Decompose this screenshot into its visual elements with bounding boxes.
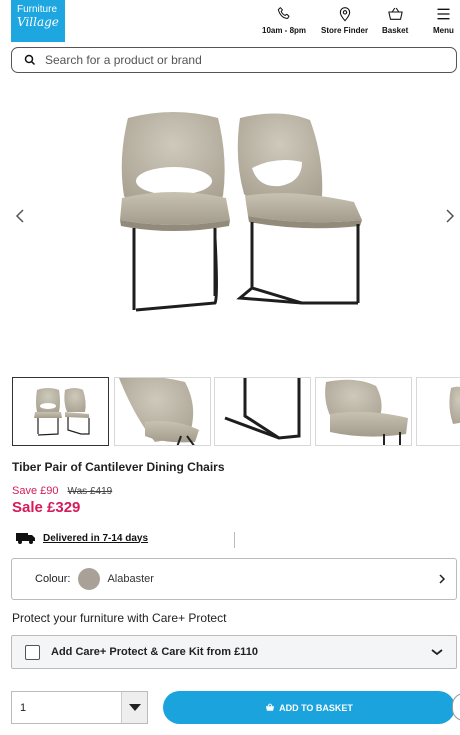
chair-angled-view <box>236 113 362 305</box>
chevron-right-icon <box>439 574 446 584</box>
chair-front-view <box>120 112 230 312</box>
basket-label: Basket <box>382 26 409 35</box>
menu-label: Menu <box>433 26 454 35</box>
basket-link[interactable]: Basket <box>382 6 408 35</box>
furniture-village-logo[interactable]: Furniture Village <box>11 0 65 42</box>
sale-price: Sale £329 <box>12 499 81 516</box>
phone-hours-link[interactable]: 10am - 8pm <box>262 6 306 35</box>
product-title: Tiber Pair of Cantilever Dining Chairs <box>12 460 225 474</box>
delivery-link[interactable]: Delivered in 7-14 days <box>43 533 148 544</box>
was-price: Was £419 <box>67 486 113 497</box>
care-protect-option[interactable]: Add Care+ Protect & Care Kit from £110 <box>11 635 457 669</box>
store-finder-label: Store Finder <box>321 26 369 35</box>
logo-line-1: Furniture <box>17 4 58 15</box>
colour-label: Colour: <box>35 573 71 585</box>
basket-icon <box>387 7 403 20</box>
search-input[interactable] <box>45 53 425 67</box>
thumbnail-4[interactable] <box>315 377 412 446</box>
thumbnail-5[interactable] <box>416 377 460 446</box>
phone-hours-label: 10am - 8pm <box>262 26 307 35</box>
delivery-info: Delivered in 7-14 days <box>16 532 148 544</box>
care-protect-label: Add Care+ Protect & Care Kit from £110 <box>51 646 258 658</box>
store-finder-link[interactable]: Store Finder <box>321 6 368 35</box>
location-pin-icon <box>339 7 350 22</box>
site-header: Furniture Village 10am - 8pm Store Finde… <box>0 0 460 44</box>
thumbnail-2[interactable] <box>114 377 211 446</box>
chevron-down-icon[interactable] <box>430 648 444 656</box>
thumbnail-3[interactable] <box>214 377 311 446</box>
logo-line-2: Village <box>17 15 59 29</box>
gallery-next-arrow-icon[interactable] <box>443 208 457 224</box>
quantity-select[interactable]: 1 <box>11 691 148 724</box>
colour-selector[interactable]: Colour: Alabaster <box>11 558 457 600</box>
menu-button[interactable]: Menu <box>433 6 454 35</box>
care-protect-checkbox[interactable] <box>25 644 40 660</box>
colour-swatch <box>78 568 101 590</box>
side-widget-tab[interactable] <box>452 693 460 721</box>
basket-icon <box>265 703 275 711</box>
delivery-divider <box>234 532 235 548</box>
phone-icon <box>277 7 290 19</box>
save-amount: Save £90 <box>12 485 59 497</box>
colour-value: Alabaster <box>107 573 154 585</box>
add-to-basket-button[interactable]: ADD TO BASKET <box>163 691 455 724</box>
gallery-prev-arrow-icon[interactable] <box>13 208 27 224</box>
caret-down-icon <box>128 704 141 711</box>
price-savings: Save £90 Was £419 <box>12 485 112 497</box>
add-to-basket-label: ADD TO BASKET <box>279 702 353 713</box>
gallery-thumbnails <box>12 377 460 447</box>
product-main-image[interactable] <box>40 98 420 328</box>
quantity-value: 1 <box>20 701 27 714</box>
care-protect-heading: Protect your furniture with Care+ Protec… <box>12 611 227 625</box>
quantity-dropdown-arrow[interactable] <box>121 692 147 723</box>
search-icon <box>24 54 36 66</box>
hamburger-icon <box>437 8 450 20</box>
thumbnail-1[interactable] <box>12 377 109 446</box>
search-bar[interactable] <box>11 47 457 73</box>
delivery-truck-icon <box>16 533 35 544</box>
